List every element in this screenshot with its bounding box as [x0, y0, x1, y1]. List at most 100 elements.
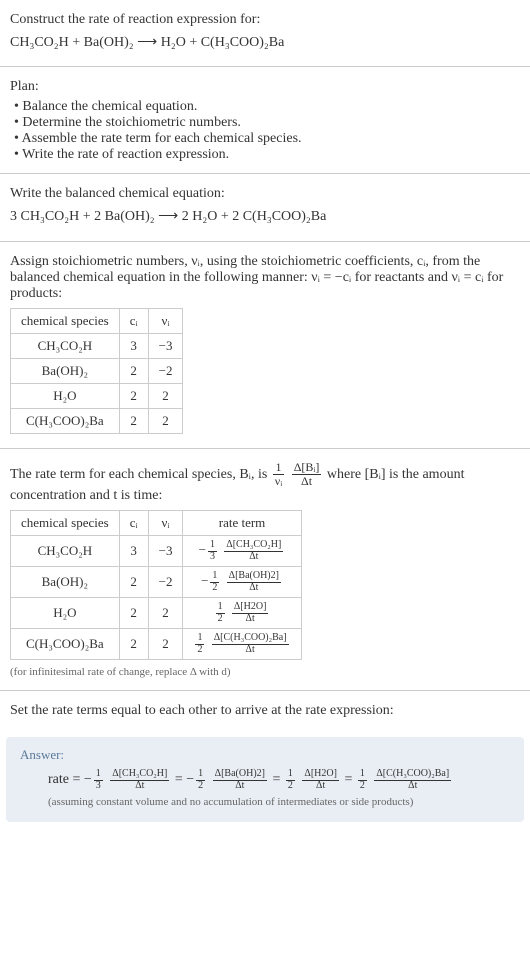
- cell-ci: 2: [119, 408, 148, 433]
- cell-vi: 2: [148, 383, 183, 408]
- cell-species: Ba(OH)₂: [11, 358, 120, 383]
- cell-ci: 3: [119, 536, 148, 567]
- rateterm-intro-a: The rate term for each chemical species,…: [10, 467, 271, 482]
- cell-ci: 2: [119, 567, 148, 598]
- frac-den: Δt: [302, 781, 339, 792]
- frac-den: Δt: [213, 781, 267, 792]
- frac-num: Δ[H2O]: [232, 602, 269, 614]
- coef-frac: 12: [216, 602, 225, 624]
- cell-species: C(H₃COO)₂Ba: [11, 408, 120, 433]
- delta-frac: Δ[Ba(OH)2]Δt: [213, 769, 267, 791]
- table-row: CH₃CO₂H3−3: [11, 333, 183, 358]
- frac-num: 1: [208, 540, 217, 552]
- cell-vi: 2: [148, 598, 183, 629]
- frac-num: 1: [195, 633, 204, 645]
- sign: −: [84, 772, 92, 787]
- rate-term: −13 Δ[CH₃CO₂H]Δt: [84, 772, 171, 787]
- cell-species: C(H₃COO)₂Ba: [11, 629, 120, 660]
- table-row: C(H₃COO)₂Ba22: [11, 408, 183, 433]
- cell-species: H₂O: [11, 383, 120, 408]
- table-row: H₂O 2 2 12 Δ[H2O]Δt: [11, 598, 302, 629]
- frac-1-over-vi: 1νᵢ: [273, 461, 284, 488]
- coef-frac: 12: [195, 633, 204, 655]
- plan-section: Plan: Balance the chemical equation. Det…: [0, 67, 530, 174]
- cell-vi: 2: [148, 629, 183, 660]
- rateterm-section: The rate term for each chemical species,…: [0, 449, 530, 691]
- balanced-title: Write the balanced chemical equation:: [10, 186, 520, 202]
- frac-den: 3: [208, 552, 217, 563]
- col-species: chemical species: [11, 308, 120, 333]
- frac-num: Δ[Ba(OH)2]: [213, 769, 267, 781]
- rate-term: −12 Δ[Ba(OH)2]Δt: [186, 772, 269, 787]
- plan-item: Balance the chemical equation.: [14, 99, 520, 115]
- cell-ci: 2: [119, 383, 148, 408]
- frac-den: Δt: [212, 645, 289, 656]
- stoich-table: chemical species cᵢ νᵢ CH₃CO₂H3−3 Ba(OH)…: [10, 308, 183, 434]
- table-row: Ba(OH)₂ 2 −2 −12 Δ[Ba(OH)2]Δt: [11, 567, 302, 598]
- cell-vi: −3: [148, 536, 183, 567]
- plan-item: Write the rate of reaction expression.: [14, 147, 520, 163]
- col-rateterm: rate term: [183, 511, 301, 536]
- frac-den: Δt: [374, 781, 451, 792]
- coef-frac: 12: [196, 769, 205, 791]
- plan-list: Balance the chemical equation. Determine…: [14, 99, 520, 163]
- rateterm-table: chemical species cᵢ νᵢ rate term CH₃CO₂H…: [10, 510, 302, 660]
- cell-vi: 2: [148, 408, 183, 433]
- cell-species: CH₃CO₂H: [11, 536, 120, 567]
- prompt-equation: CH₃CO₂H + Ba(OH)₂ ⟶ H₂O + C(H₃COO)₂Ba: [10, 32, 520, 54]
- delta-frac: Δ[C(H₃COO)₂Ba]Δt: [212, 633, 289, 655]
- answer-label: Answer:: [20, 747, 510, 763]
- cell-rateterm: −13 Δ[CH₃CO₂H]Δt: [183, 536, 301, 567]
- plan-title: Plan:: [10, 79, 520, 95]
- rateterm-note: (for infinitesimal rate of change, repla…: [10, 666, 520, 678]
- frac-den: 3: [94, 781, 103, 792]
- cell-ci: 2: [119, 358, 148, 383]
- cell-species: H₂O: [11, 598, 120, 629]
- delta-frac: Δ[CH₃CO₂H]Δt: [224, 540, 283, 562]
- rate-expression: rate = −13 Δ[CH₃CO₂H]Δt = −12 Δ[Ba(OH)2]…: [48, 769, 510, 792]
- table-header-row: chemical species cᵢ νᵢ rate term: [11, 511, 302, 536]
- cell-vi: −3: [148, 333, 183, 358]
- frac-dBi-dt: Δ[Bᵢ]Δt: [292, 461, 322, 488]
- sign: −: [199, 542, 206, 557]
- frac-num: 1: [94, 769, 103, 781]
- frac-den: 2: [358, 781, 367, 792]
- cell-vi: −2: [148, 567, 183, 598]
- frac-den: 2: [286, 781, 295, 792]
- cell-rateterm: 12 Δ[H2O]Δt: [183, 598, 301, 629]
- final-title: Set the rate terms equal to each other t…: [10, 703, 520, 719]
- coef-frac: 13: [94, 769, 103, 791]
- assign-section: Assign stoichiometric numbers, νᵢ, using…: [0, 242, 530, 449]
- frac-num: 1: [358, 769, 367, 781]
- col-vi: νᵢ: [148, 511, 183, 536]
- frac-num: 1: [196, 769, 205, 781]
- rate-term: 12 Δ[C(H₃COO)₂Ba]Δt: [356, 772, 453, 787]
- frac-num: 1: [216, 602, 225, 614]
- frac-den: Δt: [227, 583, 281, 594]
- col-ci: cᵢ: [119, 308, 148, 333]
- col-vi: νᵢ: [148, 308, 183, 333]
- coef-frac: 13: [208, 540, 217, 562]
- table-row: Ba(OH)₂2−2: [11, 358, 183, 383]
- frac-num: Δ[Ba(OH)2]: [227, 571, 281, 583]
- col-species: chemical species: [11, 511, 120, 536]
- rate-prefix: rate =: [48, 772, 84, 787]
- frac-num: Δ[H2O]: [302, 769, 339, 781]
- balanced-equation: 3 CH₃CO₂H + 2 Ba(OH)₂ ⟶ 2 H₂O + 2 C(H₃CO…: [10, 206, 520, 228]
- frac-den: 2: [196, 781, 205, 792]
- sign: −: [201, 573, 208, 588]
- frac-den: 2: [195, 645, 204, 656]
- col-ci: cᵢ: [119, 511, 148, 536]
- frac-den: Δt: [292, 475, 322, 488]
- frac-num: 1: [286, 769, 295, 781]
- answer-box: Answer: rate = −13 Δ[CH₃CO₂H]Δt = −12 Δ[…: [6, 737, 524, 822]
- cell-ci: 3: [119, 333, 148, 358]
- assign-intro: Assign stoichiometric numbers, νᵢ, using…: [10, 254, 520, 302]
- cell-vi: −2: [148, 358, 183, 383]
- cell-rateterm: 12 Δ[C(H₃COO)₂Ba]Δt: [183, 629, 301, 660]
- prompt-section: Construct the rate of reaction expressio…: [0, 0, 530, 67]
- frac-num: 1: [210, 571, 219, 583]
- cell-species: Ba(OH)₂: [11, 567, 120, 598]
- cell-ci: 2: [119, 598, 148, 629]
- rate-term: 12 Δ[H2O]Δt: [284, 772, 341, 787]
